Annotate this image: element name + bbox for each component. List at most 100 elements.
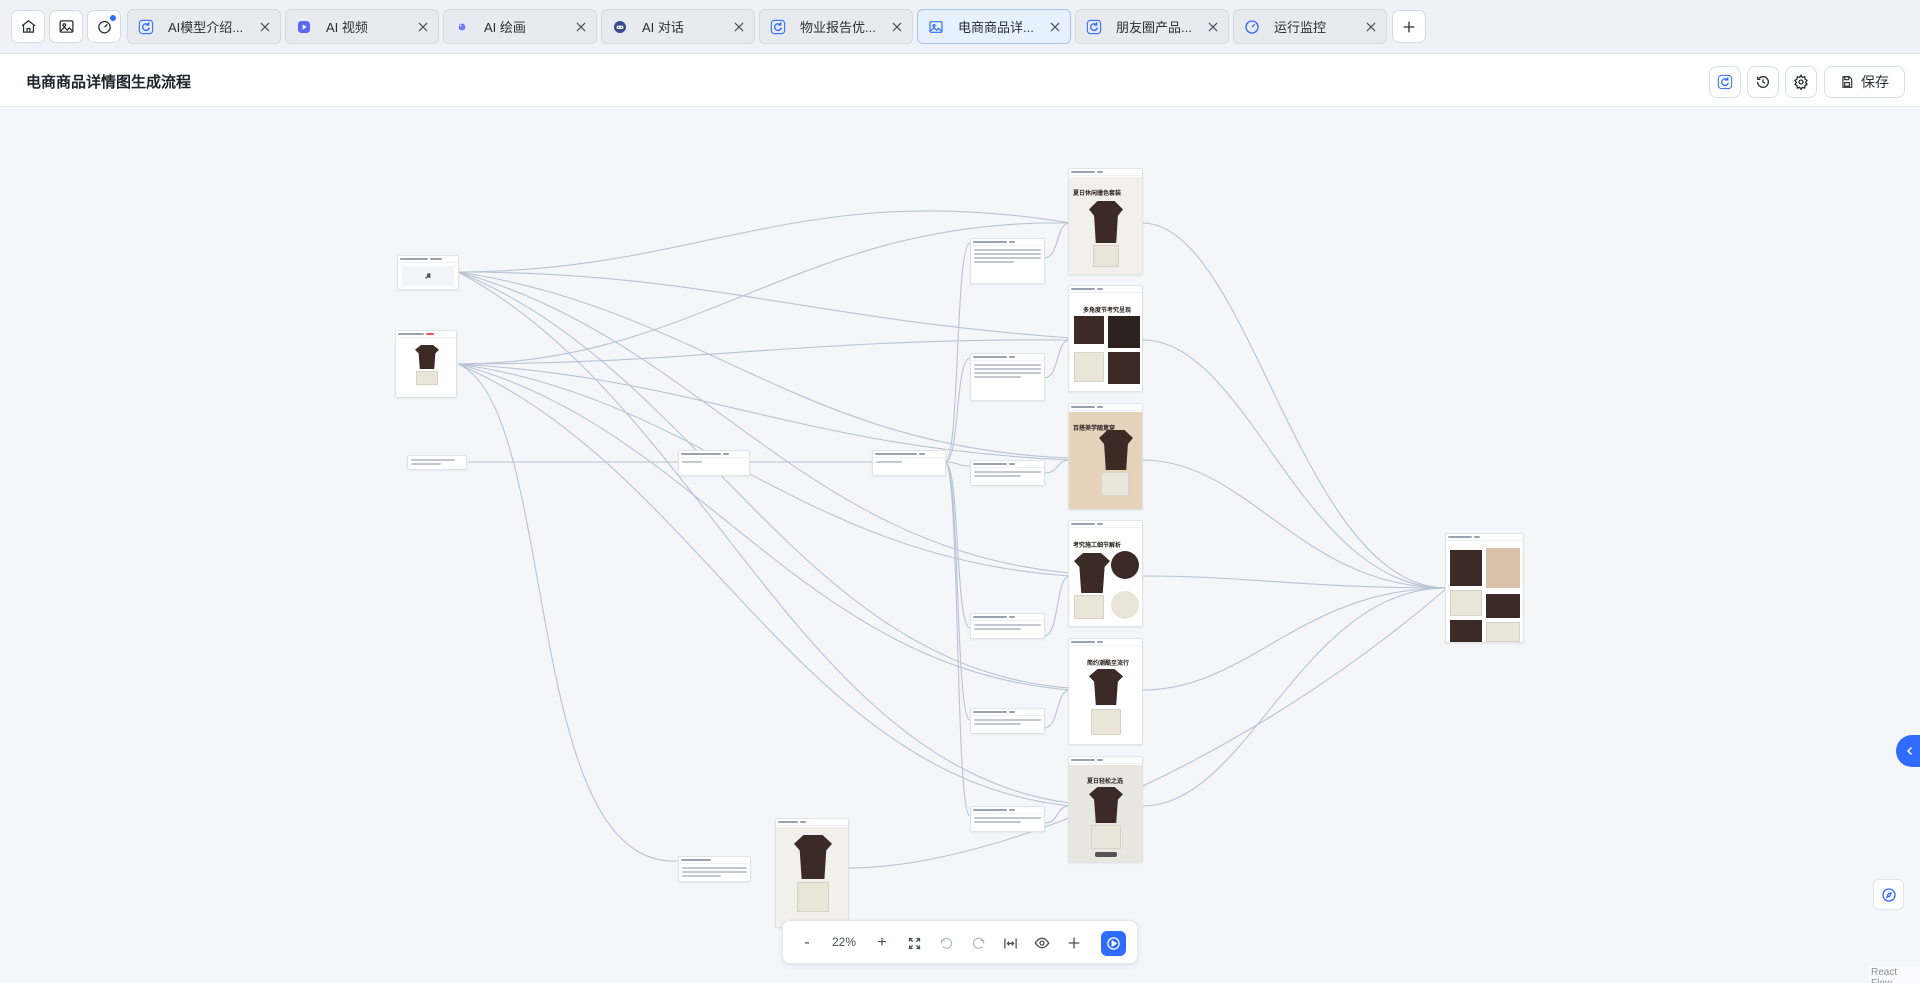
upload-node[interactable] <box>397 255 459 290</box>
product-image-node[interactable] <box>395 330 457 398</box>
llm-node[interactable] <box>678 450 750 476</box>
tab-bar: AI模型介绍... AI 视频 AI 绘画 AI 对话 物业报告优... 电商商… <box>0 0 1920 54</box>
chat-bot-icon <box>612 19 628 35</box>
edge <box>1141 222 1448 589</box>
side-panel-toggle[interactable] <box>1896 735 1920 767</box>
tab-run-monitor[interactable]: 运行监控 <box>1233 9 1387 44</box>
save-button[interactable]: 保存 <box>1824 66 1905 98</box>
prompt-node[interactable] <box>970 708 1045 734</box>
preview-button[interactable] <box>1030 931 1054 955</box>
edge <box>1141 587 1448 691</box>
text-input-node[interactable] <box>407 455 467 470</box>
edge <box>457 363 678 862</box>
tab-moments-product[interactable]: 朋友圈产品... <box>1075 9 1229 44</box>
canvas-toolbar: - 22% + <box>782 920 1138 964</box>
plus-icon <box>1403 21 1415 32</box>
edge <box>847 587 1448 869</box>
undo-button[interactable] <box>934 931 958 955</box>
poster-node[interactable]: 百搭美学随意穿 <box>1068 403 1143 510</box>
tab-ai-video[interactable]: AI 视频 <box>285 9 439 44</box>
poster-node[interactable]: 简约潮酷至流行 <box>1068 638 1143 745</box>
edge <box>1141 459 1448 589</box>
refresh-icon <box>1717 74 1733 90</box>
workflow-canvas[interactable]: 夏日休闲撞色套装 多角度节考究呈现 百搭美学随意穿 考究施工细节解析 简约潮酷至… <box>0 108 1920 983</box>
monitor-button[interactable] <box>87 10 121 43</box>
run-button[interactable] <box>1101 931 1126 956</box>
poster-title: 简约潮酷至流行 <box>1087 661 1130 667</box>
auto-layout-button[interactable] <box>998 931 1022 955</box>
llm-node[interactable] <box>872 450 946 476</box>
poster-node[interactable]: 多角度节考究呈现 <box>1068 285 1143 392</box>
tab-ai-chat[interactable]: AI 对话 <box>601 9 755 44</box>
add-node-button[interactable] <box>1062 931 1086 955</box>
edge <box>1141 587 1448 807</box>
chevron-left-icon <box>1906 746 1913 756</box>
prompt-node[interactable] <box>970 238 1045 284</box>
history-icon <box>1757 76 1769 88</box>
refresh-icon <box>138 19 154 35</box>
refresh-icon <box>1086 19 1102 35</box>
edge <box>457 271 1071 574</box>
minimap-button[interactable] <box>1873 879 1904 910</box>
close-icon[interactable] <box>890 20 904 34</box>
tab-ai-paint[interactable]: AI 绘画 <box>443 9 597 44</box>
redo-icon <box>972 937 984 949</box>
tab-label: AI模型介绍... <box>168 20 244 35</box>
prompt-node[interactable] <box>970 353 1045 401</box>
workflow-header: 电商商品详情图生成流程 保存 <box>0 54 1920 107</box>
prompt-node[interactable] <box>678 856 751 882</box>
tab-label: 电商商品详... <box>958 20 1034 35</box>
close-icon[interactable] <box>732 20 746 34</box>
tab-label: AI 对话 <box>642 20 684 35</box>
music-note-icon <box>425 273 431 279</box>
edge <box>1043 459 1071 474</box>
add-tab-button[interactable] <box>1392 10 1426 43</box>
close-icon[interactable] <box>1206 20 1220 34</box>
poster-node[interactable]: 夏日轻松之选 <box>1068 756 1143 863</box>
close-icon[interactable] <box>416 20 430 34</box>
play-icon <box>1107 937 1120 950</box>
gear-icon <box>1794 74 1808 90</box>
redo-button[interactable] <box>966 931 990 955</box>
poster-node[interactable]: 夏日休闲撞色套装 <box>1068 168 1143 275</box>
prompt-node[interactable] <box>970 806 1045 832</box>
prompt-node[interactable] <box>970 613 1045 639</box>
react-flow-attribution[interactable]: React Flow <box>1869 967 1920 983</box>
tab-label: AI 视频 <box>326 20 368 35</box>
tab-property-report[interactable]: 物业报告优... <box>759 9 913 44</box>
close-icon[interactable] <box>1364 20 1378 34</box>
page-title: 电商商品详情图生成流程 <box>26 74 192 91</box>
zoom-in-button[interactable]: + <box>870 931 894 955</box>
tab-ai-model-intro[interactable]: AI模型介绍... <box>127 9 281 44</box>
arrange-icon <box>1003 938 1017 948</box>
settings-button[interactable] <box>1785 66 1817 98</box>
edge <box>1043 339 1071 379</box>
tab-label: 运行监控 <box>1274 20 1327 35</box>
paint-icon <box>454 19 470 35</box>
fit-view-button[interactable] <box>902 931 926 955</box>
home-button[interactable] <box>11 10 45 43</box>
close-icon[interactable] <box>1048 20 1062 34</box>
gauge-icon <box>1244 19 1260 35</box>
poster-title: 考究施工细节解析 <box>1073 543 1122 549</box>
edge <box>944 242 971 463</box>
tab-ecommerce-detail[interactable]: 电商商品详... <box>917 9 1071 44</box>
tab-label: 物业报告优... <box>800 20 876 35</box>
product-render-node[interactable] <box>775 818 849 928</box>
zoom-level: 22% <box>831 935 857 949</box>
save-label: 保存 <box>1861 74 1889 90</box>
edge <box>944 461 971 721</box>
close-icon[interactable] <box>574 20 588 34</box>
edge <box>457 363 1071 691</box>
prompt-node[interactable] <box>970 460 1045 486</box>
collage-output-node[interactable] <box>1445 533 1524 643</box>
zoom-out-button[interactable]: - <box>795 931 819 955</box>
edge-layer <box>457 210 1448 869</box>
gallery-button[interactable] <box>49 10 83 43</box>
dashboard-icon <box>97 20 111 34</box>
poster-node[interactable]: 考究施工细节解析 <box>1068 520 1143 627</box>
history-button[interactable] <box>1747 66 1779 98</box>
close-icon[interactable] <box>258 20 272 34</box>
image-doc-icon <box>928 19 944 35</box>
refresh-button[interactable] <box>1709 66 1741 98</box>
